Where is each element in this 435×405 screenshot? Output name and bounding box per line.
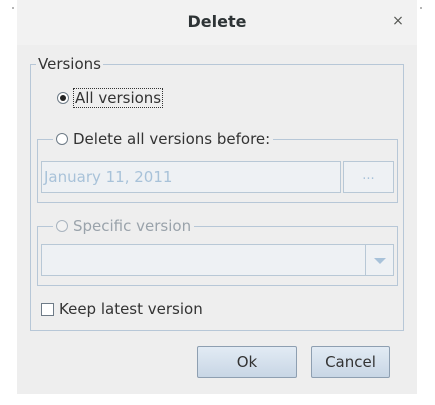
delete-before-radio[interactable] xyxy=(56,133,68,145)
specific-version-label: Specific version xyxy=(73,217,192,235)
specific-version-radio-row[interactable]: Specific version xyxy=(53,217,195,235)
specific-version-radio[interactable] xyxy=(56,220,68,232)
specific-version-select[interactable] xyxy=(41,244,394,276)
window-corner-marker xyxy=(12,7,14,9)
delete-before-radio-row[interactable]: Delete all versions before: xyxy=(53,130,274,148)
date-picker-button[interactable]: ... xyxy=(343,161,394,193)
delete-before-label: Delete all versions before: xyxy=(73,130,271,148)
all-versions-radio-row[interactable]: All versions xyxy=(57,88,166,108)
keep-latest-checkbox[interactable] xyxy=(41,302,54,316)
date-field[interactable]: January 11, 2011 xyxy=(41,161,341,193)
cancel-button[interactable]: Cancel xyxy=(311,346,390,378)
keep-latest-label: Keep latest version xyxy=(59,300,203,318)
versions-legend: Versions xyxy=(36,55,103,73)
delete-dialog: Delete × Versions All versions Delete al… xyxy=(12,0,422,394)
dialog-title: Delete xyxy=(187,12,247,31)
window-corner-marker xyxy=(420,7,422,9)
chevron-down-icon[interactable] xyxy=(365,245,393,275)
close-icon[interactable]: × xyxy=(391,14,405,28)
ok-button[interactable]: Ok xyxy=(197,346,297,378)
all-versions-radio[interactable] xyxy=(57,92,69,104)
all-versions-label: All versions xyxy=(72,88,164,108)
title-bar: Delete × xyxy=(17,0,417,45)
keep-latest-row[interactable]: Keep latest version xyxy=(41,300,203,318)
